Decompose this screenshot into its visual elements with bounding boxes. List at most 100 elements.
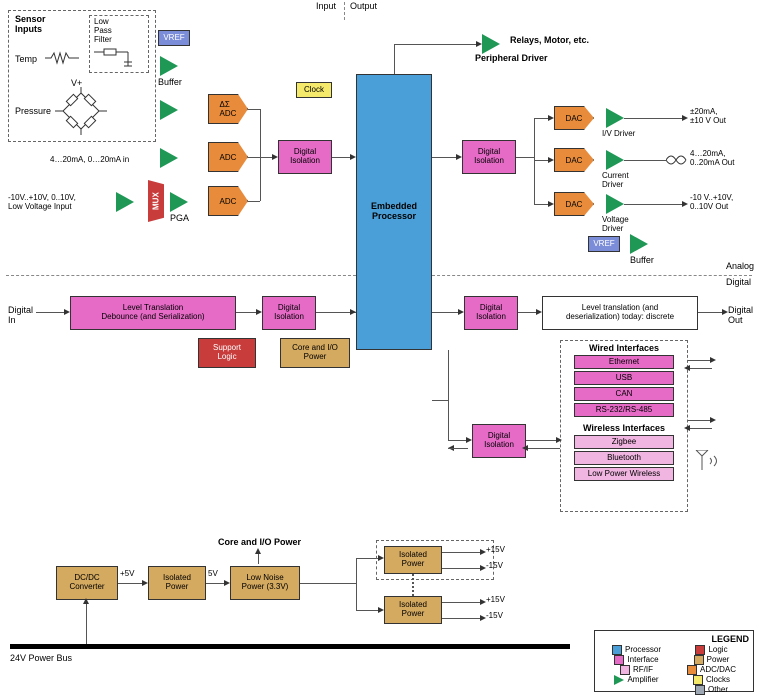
- amp-3-icon: [116, 192, 134, 212]
- dcdc-block: DC/DC Converter: [56, 566, 118, 600]
- wire: [248, 109, 260, 110]
- adc-block-1: ADC: [208, 142, 248, 172]
- legend-clocks: Clocks: [674, 675, 749, 685]
- bluetooth-block: Bluetooth: [574, 451, 674, 465]
- wire: [442, 552, 482, 553]
- clock-block: Clock: [296, 82, 332, 98]
- wire: [236, 312, 258, 313]
- twisted-pair-icon: [666, 152, 688, 168]
- plus15v-2: +15V: [486, 596, 505, 605]
- dac-1: DAC: [554, 106, 594, 130]
- zigbee-block: Zigbee: [574, 435, 674, 449]
- can-block: CAN: [574, 387, 674, 401]
- pressure-label: Pressure: [15, 107, 51, 117]
- plus15v-1: +15V: [486, 546, 505, 555]
- wire: [518, 312, 538, 313]
- wire: [534, 118, 535, 204]
- mux-block: MUX: [148, 180, 164, 222]
- wire: [118, 583, 144, 584]
- out-20ma-label: ±20mA, ±10 V Out: [690, 108, 726, 126]
- low-pass-filter-label: Low Pass Filter: [94, 18, 112, 44]
- arrow-icon: [684, 425, 690, 431]
- wire: [448, 440, 468, 441]
- sensor-inputs-group: Sensor Inputs Temp Low Pass Filter Press…: [8, 10, 156, 142]
- wired-heading: Wired Interfaces: [561, 343, 687, 353]
- wire: [356, 558, 357, 610]
- wire: [688, 428, 712, 429]
- relays-label: Relays, Motor, etc.: [510, 36, 589, 46]
- buffer-amp-icon: [160, 56, 178, 76]
- out-420ma-label: 4…20mA, 0..20mA Out: [690, 150, 734, 168]
- interfaces-group: Wired Interfaces Ethernet USB CAN RS-232…: [560, 340, 688, 512]
- input-heading: Input: [316, 2, 336, 12]
- wire: [260, 157, 272, 158]
- wire: [624, 204, 684, 205]
- peripheral-driver-label: Peripheral Driver: [475, 54, 548, 64]
- legend-adcdac: ADC/DAC: [674, 665, 749, 675]
- dotted-link: [412, 574, 414, 596]
- legend-amplifier: Amplifier: [599, 675, 674, 685]
- current-driver-label: Current Driver: [602, 172, 629, 190]
- isolated-power-3: Isolated Power: [384, 596, 442, 624]
- dac-3: DAC: [554, 192, 594, 216]
- minus15v-2: -15V: [486, 612, 503, 621]
- level-translation-in-block: Level Translation Debounce (and Serializ…: [70, 296, 236, 330]
- amp-2-icon: [160, 148, 178, 168]
- digital-isolation-din: Digital Isolation: [262, 296, 316, 330]
- digital-in-label: Digital In: [8, 306, 33, 326]
- arrow-icon: [710, 357, 716, 363]
- sensor-inputs-label: Sensor Inputs: [15, 15, 46, 35]
- adc-block-2: ADC: [208, 186, 248, 216]
- wire: [86, 600, 87, 644]
- dac-2: DAC: [554, 148, 594, 172]
- antenna-icon: [694, 450, 724, 472]
- wire: [624, 118, 684, 119]
- digital-isolation-comms: Digital Isolation: [472, 424, 526, 458]
- arrow-icon: [522, 445, 528, 451]
- arrow-icon: [83, 598, 89, 604]
- wire: [356, 610, 380, 611]
- buffer-out-amp-icon: [630, 234, 648, 254]
- arrow-icon: [682, 115, 688, 121]
- arrow-icon: [350, 309, 356, 315]
- minus15v-1: -15V: [486, 562, 503, 571]
- legend-title: LEGEND: [711, 635, 749, 645]
- digital-out-label: Digital Out: [728, 306, 753, 326]
- wire: [432, 157, 458, 158]
- power-bus-label: 24V Power Bus: [10, 654, 72, 664]
- legend-power: Power: [674, 655, 749, 665]
- arrow-icon: [710, 417, 716, 423]
- temp-symbol-icon: [45, 49, 81, 67]
- analog-digital-divider-l: [6, 275, 356, 276]
- wire: [526, 440, 560, 441]
- peripheral-driver-amp-icon: [482, 34, 500, 54]
- arrow-icon: [684, 365, 690, 371]
- core-io-power-header: Core and I/O Power: [218, 538, 301, 548]
- buffer-out-label: Buffer: [630, 256, 654, 266]
- rs-block: RS-232/RS-485: [574, 403, 674, 417]
- level-translation-out-block: Level translation (and deserialization) …: [542, 296, 698, 330]
- wire: [248, 201, 260, 202]
- wire: [688, 360, 712, 361]
- ds-adc-block: ΔΣ ADC: [208, 94, 248, 124]
- wire: [526, 448, 560, 449]
- voltage-driver-label: Voltage Driver: [602, 216, 629, 234]
- vref-block: VREF: [158, 30, 190, 46]
- wire: [698, 312, 724, 313]
- low-pass-filter-group: Low Pass Filter: [89, 15, 149, 73]
- wire: [248, 157, 260, 158]
- wire: [332, 157, 352, 158]
- arrow-icon: [556, 437, 562, 443]
- power-bus-bar: [10, 644, 570, 649]
- io-divider: [344, 2, 345, 20]
- ethernet-block: Ethernet: [574, 355, 674, 369]
- amp-1-icon: [160, 100, 178, 120]
- arrow-icon: [255, 548, 261, 554]
- digital-isolation-in: Digital Isolation: [278, 140, 332, 174]
- analog-label: Analog: [726, 262, 754, 272]
- analog-digital-divider-r: [432, 275, 752, 276]
- output-heading: Output: [350, 2, 377, 12]
- isolated-power-1: Isolated Power: [148, 566, 206, 600]
- wire: [448, 350, 449, 440]
- out-10v-label: -10 V..+10V, 0..10V Out: [690, 194, 733, 212]
